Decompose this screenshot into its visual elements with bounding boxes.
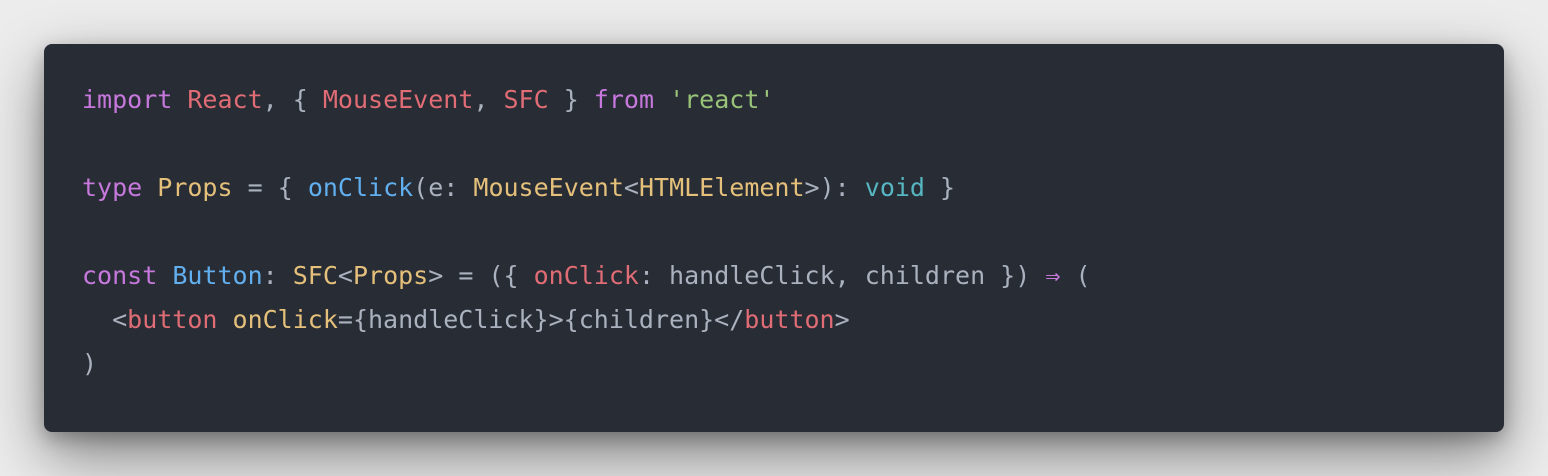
code-token: SFC <box>292 261 338 290</box>
code-token: button <box>744 305 835 334</box>
code-block: import React, { MouseEvent, SFC } from '… <box>82 78 1091 386</box>
code-line: ) <box>82 342 1091 386</box>
code-token: Button <box>172 261 263 290</box>
code-token: : handleClick, children }) <box>638 261 1046 290</box>
code-token: from <box>593 85 655 114</box>
code-token: >): <box>804 173 865 202</box>
code-token: ={handleClick}>{children}</ <box>337 305 745 334</box>
code-token: (e: <box>413 173 474 202</box>
code-token: React <box>187 85 263 114</box>
code-token: < <box>337 261 353 290</box>
code-token: ) <box>82 349 98 378</box>
code-token: Props <box>352 261 429 290</box>
code-token: } <box>548 85 594 114</box>
code-token: ⇒ <box>1045 261 1061 290</box>
code-token: ( <box>1060 261 1091 290</box>
code-token: const <box>82 261 158 290</box>
code-token: < <box>623 173 639 202</box>
code-token: > <box>834 305 850 334</box>
code-token: < <box>82 305 128 334</box>
code-token: 'react' <box>669 85 775 114</box>
code-token: onClick <box>307 173 414 202</box>
code-line: type Props = { onClick(e: MouseEvent<HTM… <box>82 166 1091 210</box>
code-token: HTMLElement <box>638 173 805 202</box>
code-token: > = ({ <box>428 261 534 290</box>
code-token: import <box>82 85 173 114</box>
code-token: , { <box>262 85 323 114</box>
code-token: type <box>82 173 143 202</box>
code-token: , <box>473 85 504 114</box>
code-token: void <box>864 173 925 202</box>
code-token: Props <box>157 173 233 202</box>
code-line: const Button: SFC<Props> = ({ onClick: h… <box>82 254 1091 298</box>
code-line: <button onClick={handleClick}>{children}… <box>82 298 1091 342</box>
code-token: onClick <box>232 305 338 334</box>
code-token: = { <box>232 173 308 202</box>
code-line: import React, { MouseEvent, SFC } from '… <box>82 78 1091 122</box>
code-token: MouseEvent <box>322 85 474 114</box>
code-token: SFC <box>503 85 549 114</box>
code-token: onClick <box>533 261 639 290</box>
code-token: button <box>127 305 218 334</box>
code-token: MouseEvent <box>473 173 624 202</box>
code-token: } <box>924 173 956 202</box>
code-window: import React, { MouseEvent, SFC } from '… <box>44 44 1504 432</box>
code-token: : <box>262 261 293 290</box>
